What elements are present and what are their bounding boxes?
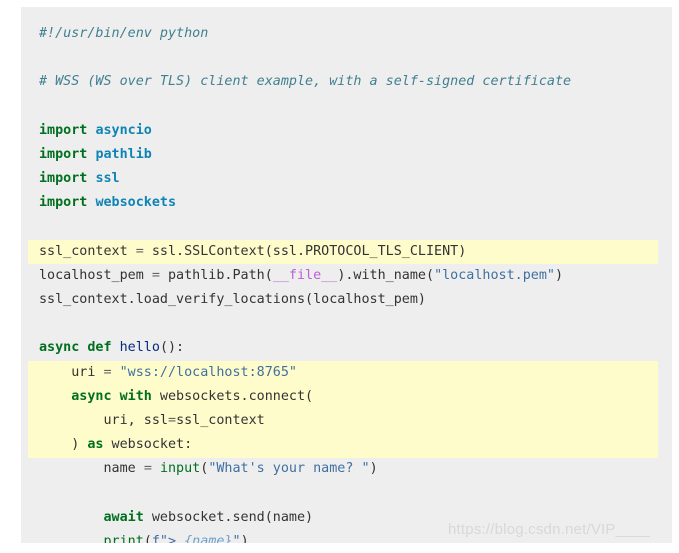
code-token: = (151, 267, 160, 283)
code-token: # WSS (WS over TLS) client example, with… (39, 74, 572, 90)
code-token: ssl_context (176, 413, 265, 428)
code-line: import ssl (21, 167, 672, 191)
code-line: ) as websocket: (21, 433, 672, 457)
code-token: websockets (95, 195, 177, 211)
code-token: = (143, 461, 152, 477)
code-token: __file__ (272, 267, 338, 283)
code-token: import (39, 195, 88, 211)
code-line: ssl_context.load_verify_locations(localh… (21, 288, 672, 312)
code-token: ssl.SSLContext(ssl.PROTOCOL_TLS_CLIENT) (143, 243, 467, 259)
code-token: await (103, 509, 144, 525)
code-listing[interactable]: #!/usr/bin/env python # WSS (WS over TLS… (21, 7, 672, 543)
code-token: uri (39, 364, 104, 380)
code-token: pathlib (95, 146, 152, 162)
code-token: = (168, 413, 177, 428)
code-token: ssl (95, 171, 120, 187)
code-token: ssl_context.load_verify_locations(localh… (39, 292, 426, 308)
code-token: asyncio (95, 122, 152, 138)
code-token: = (103, 364, 112, 380)
code-token: ssl_context (39, 243, 136, 259)
code-token: ( (143, 533, 152, 543)
code-line: # WSS (WS over TLS) client example, with… (21, 70, 672, 94)
code-line: uri = "wss://localhost:8765" (21, 361, 672, 385)
code-token: uri, ssl (39, 413, 168, 428)
code-token: #!/usr/bin/env python (39, 26, 209, 41)
code-token: "localhost.pem" (434, 267, 555, 283)
code-token: websocket.send(name) (143, 509, 314, 525)
code-token: import (39, 171, 88, 187)
code-token: name (39, 461, 144, 477)
code-line: async def hello(): (21, 336, 672, 360)
code-line: import pathlib (21, 143, 672, 167)
code-token: (): (159, 340, 185, 356)
code-token: input (159, 461, 201, 477)
code-token: websocket: (103, 437, 193, 453)
code-token: {name} (184, 533, 233, 543)
code-token: websockets.connect( (151, 388, 314, 404)
code-token: "wss://localhost:8765" (119, 364, 297, 380)
code-line: async with websockets.connect( (21, 385, 672, 409)
code-line: import websockets (21, 191, 672, 215)
code-line: #!/usr/bin/env python (21, 22, 672, 46)
code-token: import (39, 122, 88, 138)
code-token: print (103, 533, 144, 543)
code-line: await websocket.send(name) (21, 506, 672, 530)
code-token: hello (119, 340, 160, 356)
code-token: "What's your name? " (208, 461, 370, 477)
code-line: name = input("What's your name? ") (21, 457, 672, 481)
code-token: as (87, 437, 104, 453)
code-token: ) (240, 533, 249, 543)
code-token: ) (555, 267, 564, 283)
code-token: " (232, 533, 241, 543)
code-token: import (39, 146, 88, 162)
code-token: = (135, 243, 144, 259)
code-line: print(f"> {name}") (21, 530, 672, 543)
code-token: async def (39, 340, 112, 356)
code-line: localhost_pem = pathlib.Path(__file__).w… (21, 264, 672, 288)
code-token: ) (369, 461, 378, 477)
code-block-card: #!/usr/bin/env python # WSS (WS over TLS… (21, 7, 672, 543)
code-token: pathlib.Path( (159, 267, 273, 283)
code-line: uri, ssl=ssl_context (21, 409, 672, 433)
code-line: import asyncio (21, 119, 672, 143)
code-token: ).with_name( (337, 267, 435, 283)
code-line: ssl_context = ssl.SSLContext(ssl.PROTOCO… (21, 240, 672, 264)
code-token: f"> (151, 533, 185, 543)
code-token: localhost_pem (39, 267, 152, 283)
code-token: ) (39, 437, 88, 453)
code-token: async with (71, 388, 152, 404)
screenshot-root: #!/usr/bin/env python # WSS (WS over TLS… (0, 0, 679, 553)
